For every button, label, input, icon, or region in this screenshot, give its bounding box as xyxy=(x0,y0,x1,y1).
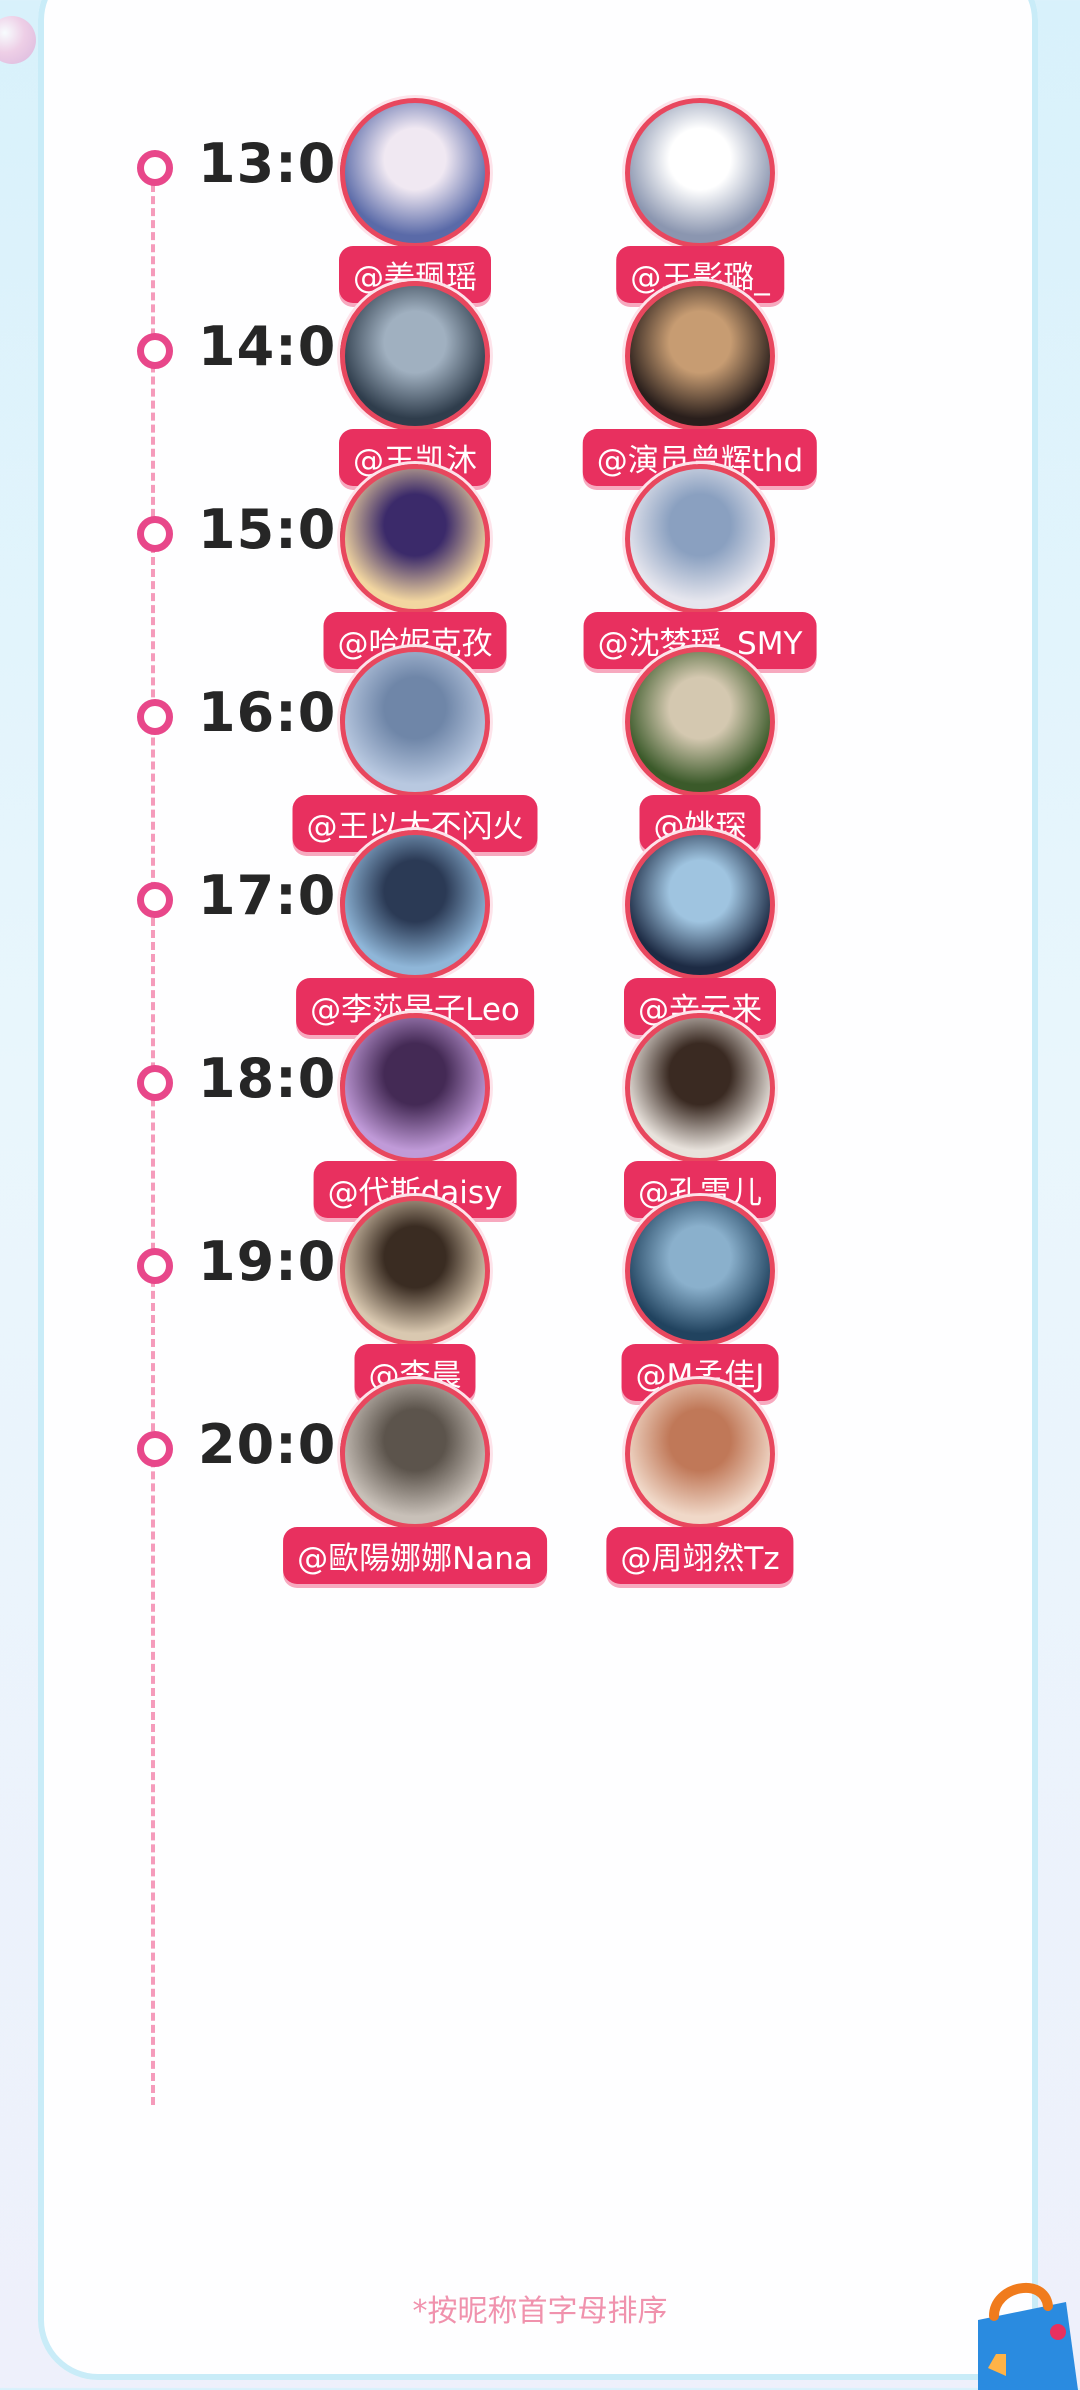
man-blue-avatar[interactable] xyxy=(625,830,775,980)
outdoor-avatar[interactable] xyxy=(625,647,775,797)
timeline-dot-icon xyxy=(137,1065,173,1101)
woman-purple-avatar[interactable] xyxy=(340,1013,490,1163)
timeline-dot-icon xyxy=(137,516,173,552)
statue-avatar[interactable] xyxy=(340,647,490,797)
timeline-dot-icon xyxy=(137,882,173,918)
sort-footnote: *按昵称首字母排序 xyxy=(412,2294,668,2329)
woman-blue-avatar[interactable] xyxy=(340,830,490,980)
stage-avatar[interactable] xyxy=(625,281,775,431)
creator-handle[interactable]: @歐陽娜娜Nana xyxy=(283,1527,547,1584)
boy-avatar[interactable] xyxy=(625,1379,775,1529)
decorative-bubble-icon xyxy=(0,16,36,64)
child-avatar[interactable] xyxy=(340,98,490,248)
woman-white-avatar[interactable] xyxy=(625,1013,775,1163)
timeline-dot-icon xyxy=(137,333,173,369)
timeline-dot-icon xyxy=(137,699,173,735)
timeline-dot-icon xyxy=(137,150,173,186)
flower-avatar[interactable] xyxy=(340,1379,490,1529)
anime-avatar[interactable] xyxy=(340,464,490,614)
shopping-bag-icon xyxy=(978,2283,1078,2390)
man-back-avatar[interactable] xyxy=(340,281,490,431)
creator-handle[interactable]: @周翊然Tz xyxy=(606,1527,794,1584)
timeline-dot-icon xyxy=(137,1248,173,1284)
forest-avatar[interactable] xyxy=(340,1196,490,1346)
cartoon-avatar[interactable] xyxy=(625,98,775,248)
ocean-avatar[interactable] xyxy=(625,1196,775,1346)
time-slot: 20:00 @歐陽娜娜Nana @周翊然Tz xyxy=(0,1379,1080,1649)
timeline-dot-icon xyxy=(137,1431,173,1467)
girl-cat-avatar[interactable] xyxy=(625,464,775,614)
